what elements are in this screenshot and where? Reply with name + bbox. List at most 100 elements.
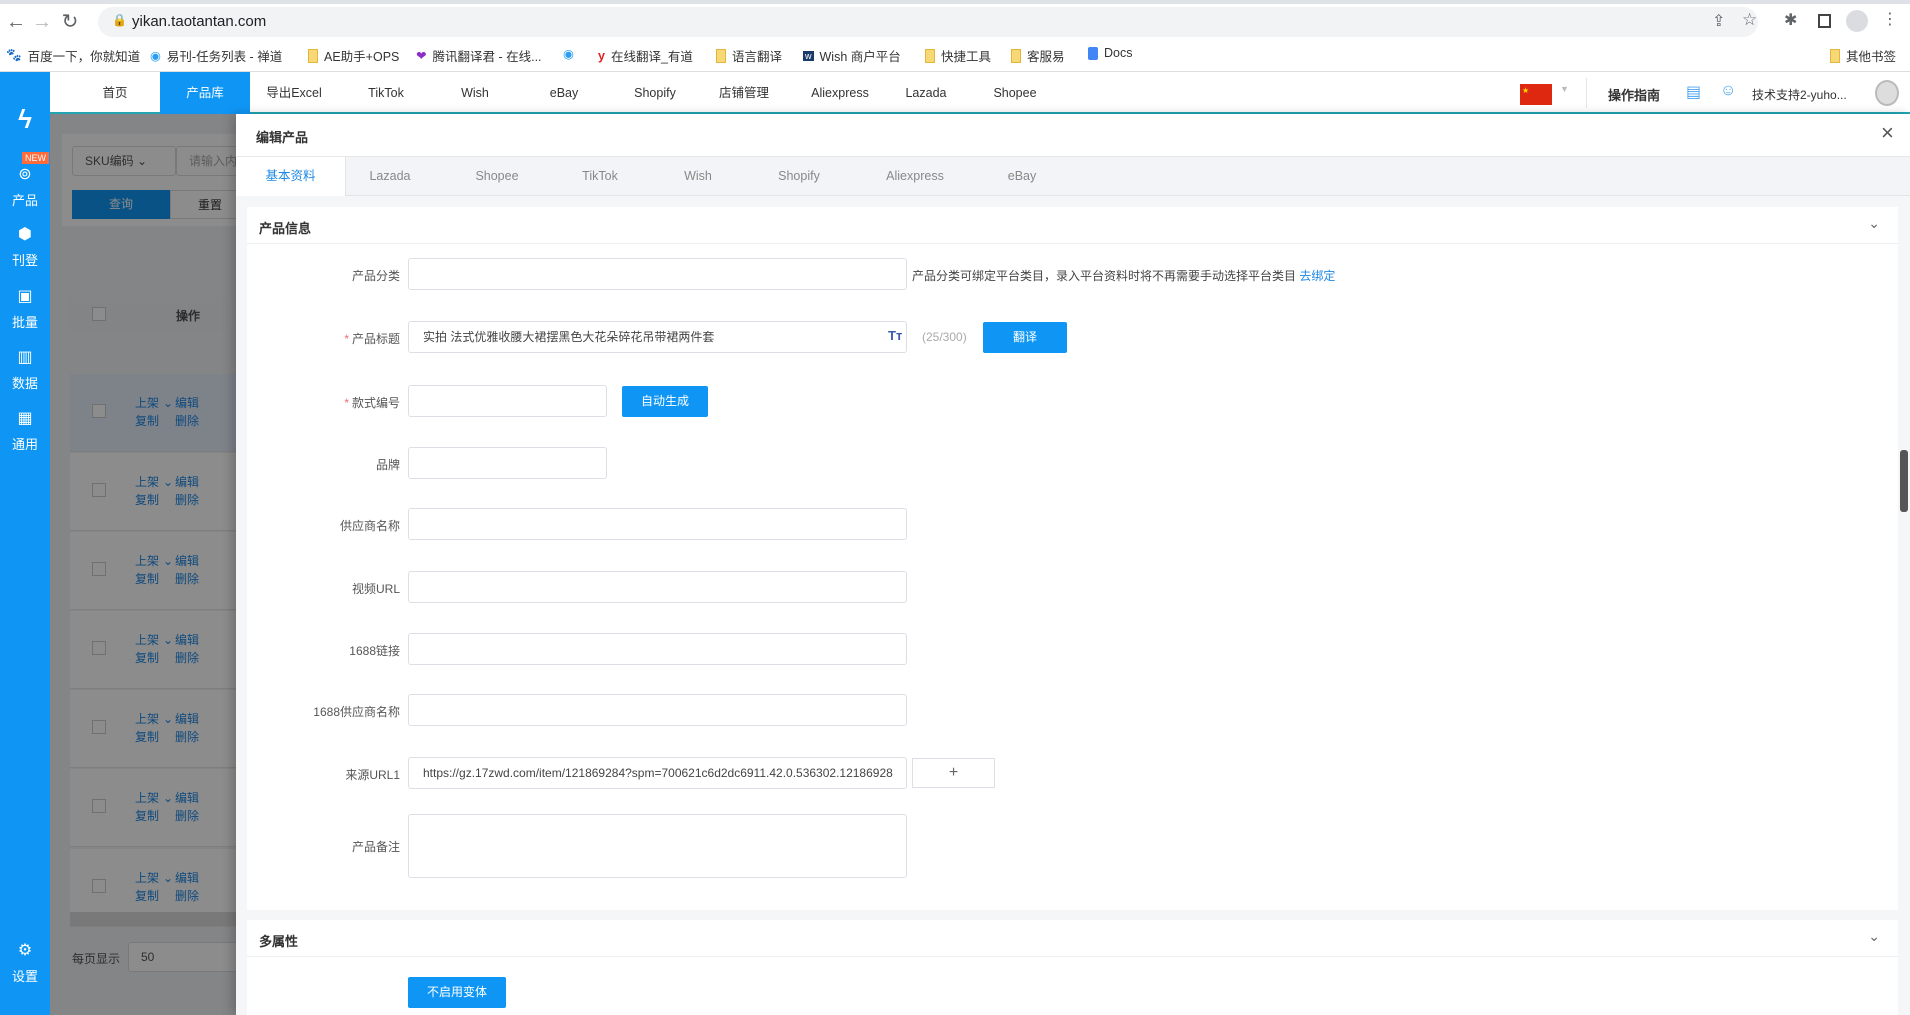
title-char-count: (25/300) xyxy=(922,330,967,344)
china-flag-icon[interactable]: ★ xyxy=(1520,84,1552,105)
back-icon[interactable]: ← xyxy=(4,10,28,34)
sidebar: ϟ ⊚ 产品 ⬢ 刊登 ▣ 批量 ▥ 数据 ▦ 通用 ⚙ 设置 xyxy=(0,72,50,1015)
sidebar-item-settings[interactable]: ⚙ 设置 xyxy=(0,940,50,985)
edit-product-drawer: 编辑产品 × 基本资料 Lazada Shopee TikTok Wish Sh… xyxy=(236,114,1910,1015)
tab-basic-info[interactable]: 基本资料 xyxy=(236,157,346,196)
share-icon[interactable]: ⇪ xyxy=(1712,11,1725,31)
modal-overlay[interactable] xyxy=(50,114,236,1015)
multi-attribute-card: 多属性 ⌄ 不启用变体 xyxy=(247,920,1898,1015)
auto-generate-button[interactable]: 自动生成 xyxy=(622,386,708,417)
nav-store-manage[interactable]: 店铺管理 xyxy=(699,72,789,114)
sidebar-item-general[interactable]: ▦ 通用 xyxy=(0,408,50,453)
sidebar-item-publish[interactable]: ⬢ 刊登 xyxy=(0,224,50,269)
chevron-down-icon[interactable]: ⌄ xyxy=(1868,928,1880,945)
translate-button[interactable]: 翻译 xyxy=(983,322,1067,353)
bookmark-1[interactable]: ◉ 易刊-任务列表 - 禅道 xyxy=(150,46,282,65)
no-variant-button[interactable]: 不启用变体 xyxy=(408,977,506,1008)
menu-icon[interactable]: ⋮ xyxy=(1882,9,1898,29)
browser-chrome: ← → ↻ 🔒 yikan.taotantan.com ⇪ ☆ ✱ ⋮ 🐾 百度一… xyxy=(0,0,1910,72)
bookmark-5[interactable]: y 在线翻译_有道 xyxy=(598,46,693,65)
nav-export-excel[interactable]: 导出Excel xyxy=(249,72,339,114)
nav-wish[interactable]: Wish xyxy=(430,72,520,114)
grid-icon: ▦ xyxy=(17,410,33,427)
tab-lazada[interactable]: Lazada xyxy=(335,157,445,196)
video-input[interactable] xyxy=(408,571,907,603)
bookmark-4[interactable]: ◉ xyxy=(563,46,574,61)
nav-tiktok[interactable]: TikTok xyxy=(341,72,431,114)
tab-strip xyxy=(0,0,1910,4)
product-info-card: 产品信息 ⌄ xyxy=(247,207,1898,910)
tab-aliexpress[interactable]: Aliexpress xyxy=(860,157,970,196)
tab-ebay[interactable]: eBay xyxy=(967,157,1077,196)
nav-lazada[interactable]: Lazada xyxy=(881,72,971,114)
video-label: 视频URL xyxy=(351,582,400,596)
nav-shopee[interactable]: Shopee xyxy=(970,72,1060,114)
tab-tiktok[interactable]: TikTok xyxy=(545,157,655,196)
bookmark-2[interactable]: AE助手+OPS xyxy=(308,46,399,65)
batch-icon: ▣ xyxy=(17,288,33,305)
chart-icon: ▥ xyxy=(17,349,33,366)
bookmark-6[interactable]: 语言翻译 xyxy=(716,46,782,65)
address-bar[interactable] xyxy=(98,7,1758,37)
brand-input[interactable] xyxy=(408,447,607,479)
reload-icon[interactable]: ↻ xyxy=(58,10,82,34)
supplier-label: 供应商名称 xyxy=(339,519,400,533)
nav-product-library[interactable]: 产品库 xyxy=(160,72,250,114)
supplier1688-input[interactable] xyxy=(408,694,907,726)
document-icon[interactable]: ▤ xyxy=(1686,82,1701,102)
bookmark-0[interactable]: 🐾 百度一下，你就知道 xyxy=(6,46,140,65)
multi-attribute-header[interactable]: 多属性 ⌄ xyxy=(247,920,1898,957)
nav-home[interactable]: 首页 xyxy=(70,72,160,114)
nav-shopify[interactable]: Shopify xyxy=(610,72,700,114)
other-bookmarks[interactable]: 其他书签 xyxy=(1830,46,1896,65)
bookmark-8[interactable]: 快捷工具 xyxy=(925,46,991,65)
bookmark-10[interactable]: Docs xyxy=(1088,46,1132,60)
sidebar-item-product[interactable]: ⊚ 产品 xyxy=(0,164,50,209)
tab-wish[interactable]: Wish xyxy=(643,157,753,196)
style_no-label: * 款式编号 xyxy=(344,396,400,410)
scrollbar-thumb[interactable] xyxy=(1900,450,1908,512)
bookmark-9[interactable]: 客服易 xyxy=(1011,46,1065,65)
tab-shopee[interactable]: Shopee xyxy=(442,157,552,196)
tab-shopify[interactable]: Shopify xyxy=(744,157,854,196)
user-icon[interactable]: ☺ xyxy=(1720,82,1736,100)
drawer-title: 编辑产品 xyxy=(256,130,309,145)
sidebar-item-data[interactable]: ▥ 数据 xyxy=(0,347,50,392)
logo-icon: ϟ xyxy=(18,104,32,134)
extensions-icon[interactable]: ✱ xyxy=(1784,10,1797,30)
text-format-icon[interactable]: Tт xyxy=(888,328,902,343)
drawer-header: 编辑产品 × xyxy=(236,114,1910,156)
source_url-input[interactable]: https://gz.17zwd.com/item/121869284?spm=… xyxy=(408,757,907,789)
guide-link[interactable]: 操作指南 xyxy=(1608,85,1660,104)
add-source-url-button[interactable]: + xyxy=(912,758,995,788)
star-icon[interactable]: ☆ xyxy=(1742,10,1757,30)
link1688-input[interactable] xyxy=(408,633,907,665)
gear-icon: ⚙ xyxy=(17,942,33,959)
lock-icon: 🔒 xyxy=(112,13,127,27)
bookmark-3[interactable]: ❤ 腾讯翻译君 - 在线... xyxy=(416,46,542,65)
profile-icon[interactable] xyxy=(1846,10,1868,32)
new-badge: NEW xyxy=(22,152,49,164)
chevron-down-icon[interactable]: ▼ xyxy=(1560,84,1569,94)
note-input[interactable] xyxy=(408,814,907,878)
url-text[interactable]: yikan.taotantan.com xyxy=(132,13,266,30)
close-icon[interactable]: × xyxy=(1881,120,1894,146)
sidebar-item-batch[interactable]: ▣ 批量 xyxy=(0,286,50,331)
avatar[interactable] xyxy=(1875,80,1899,106)
title_field-input[interactable]: 实拍 法式优雅收腰大裙摆黑色大花朵碎花吊带裙两件套 xyxy=(408,321,907,353)
category-label: 产品分类 xyxy=(351,269,400,283)
forward-icon[interactable]: → xyxy=(30,10,54,34)
username[interactable]: 技术支持2-yuho... xyxy=(1752,86,1847,103)
bind-link[interactable]: 去绑定 xyxy=(1299,269,1335,283)
nav-aliexpress[interactable]: Aliexpress xyxy=(795,72,885,114)
note-label: 产品备注 xyxy=(351,840,400,854)
brand-label: 品牌 xyxy=(375,458,400,472)
nav-ebay[interactable]: eBay xyxy=(519,72,609,114)
category-input[interactable] xyxy=(408,258,907,290)
sidepanel-icon[interactable] xyxy=(1818,14,1831,28)
chevron-down-icon[interactable]: ⌄ xyxy=(1868,215,1880,232)
product-info-header[interactable]: 产品信息 ⌄ xyxy=(247,207,1898,244)
bookmark-7[interactable]: w Wish 商户平台 xyxy=(803,46,901,65)
style_no-input[interactable] xyxy=(408,385,607,417)
supplier-input[interactable] xyxy=(408,508,907,540)
